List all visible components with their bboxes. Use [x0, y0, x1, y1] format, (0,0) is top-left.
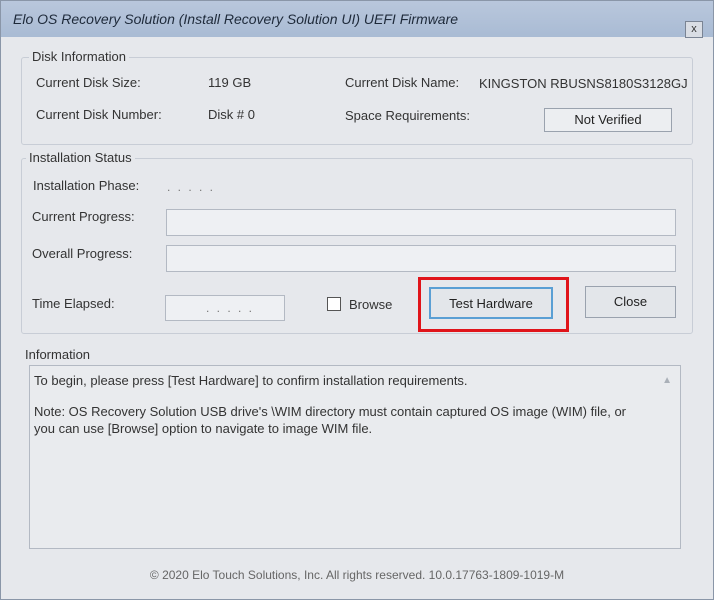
close-button[interactable]: Close	[585, 286, 676, 318]
space-requirements-status: Not Verified	[544, 108, 672, 132]
test-hardware-button[interactable]: Test Hardware	[429, 287, 553, 319]
disk-name-value: KINGSTON RBUSNS8180S3128GJ	[479, 76, 688, 91]
time-elapsed-field: . . . . .	[165, 295, 285, 321]
window-close-button[interactable]: x	[685, 21, 703, 38]
browse-label[interactable]: Browse	[349, 297, 392, 312]
disk-size-label: Current Disk Size:	[36, 75, 141, 90]
title-bar[interactable]: Elo OS Recovery Solution (Install Recove…	[1, 1, 713, 38]
information-line-2: Note: OS Recovery Solution USB drive's \…	[34, 404, 627, 436]
disk-number-label: Current Disk Number:	[36, 107, 162, 122]
disk-name-label: Current Disk Name:	[345, 75, 460, 90]
copyright-footer: © 2020 Elo Touch Solutions, Inc. All rig…	[149, 568, 565, 582]
information-text-area[interactable]: To begin, please press [Test Hardware] t…	[29, 365, 681, 549]
disk-information-legend: Disk Information	[29, 49, 129, 64]
installation-phase-label: Installation Phase:	[33, 178, 140, 193]
time-elapsed-label: Time Elapsed:	[32, 296, 115, 311]
information-label: Information	[25, 347, 91, 362]
overall-progress-bar	[166, 245, 676, 272]
space-requirements-label: Space Requirements:	[345, 108, 471, 123]
recovery-window: Elo OS Recovery Solution (Install Recove…	[0, 0, 714, 600]
current-progress-label: Current Progress:	[32, 209, 135, 224]
scroll-up-icon[interactable]: ▲	[662, 372, 672, 389]
browse-checkbox[interactable]	[327, 297, 341, 311]
disk-number-value: Disk # 0	[208, 107, 255, 122]
installation-phase-value: . . . . .	[167, 180, 216, 194]
time-elapsed-value: . . . . .	[206, 301, 255, 315]
disk-size-value: 119 GB	[208, 75, 252, 90]
window-title: Elo OS Recovery Solution (Install Recove…	[13, 11, 459, 27]
information-line-1: To begin, please press [Test Hardware] t…	[34, 373, 468, 388]
current-progress-bar	[166, 209, 676, 236]
overall-progress-label: Overall Progress:	[32, 246, 133, 261]
installation-status-legend: Installation Status	[26, 150, 135, 165]
